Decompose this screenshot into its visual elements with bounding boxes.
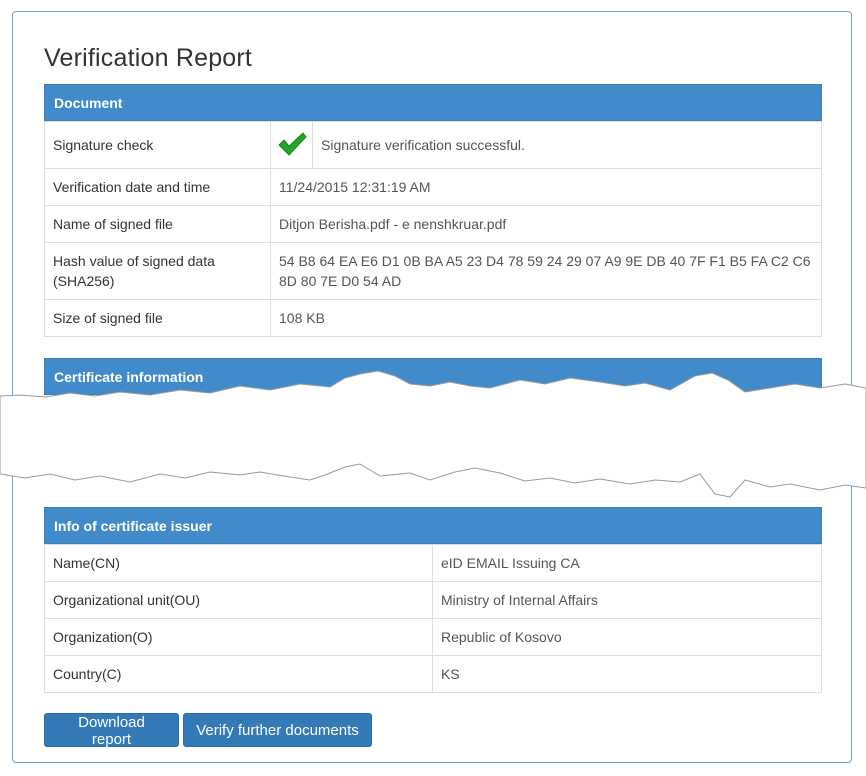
page-title: Verification Report <box>44 44 253 72</box>
issuer-c-label: Country(C) <box>44 655 433 693</box>
file-size-label: Size of signed file <box>44 299 271 337</box>
table-row: Name of signed file Ditjon Berisha.pdf -… <box>44 205 822 243</box>
download-report-button[interactable]: Download report <box>44 713 179 748</box>
signature-check-label: Signature check <box>44 121 271 169</box>
verify-further-documents-button[interactable]: Verify further documents <box>183 713 372 747</box>
verification-date-value: 11/24/2015 12:31:19 AM <box>270 168 822 206</box>
issuer-ou-label: Organizational unit(OU) <box>44 581 433 619</box>
table-row: Organization(O) Republic of Kosovo <box>44 618 822 656</box>
hash-label: Hash value of signed data (SHA256) <box>44 242 271 300</box>
table-row: Organizational unit(OU) Ministry of Inte… <box>44 581 822 619</box>
issuer-o-label: Organization(O) <box>44 618 433 656</box>
document-table: Signature check Signature verification s… <box>44 121 822 337</box>
verification-date-label: Verification date and time <box>44 168 271 206</box>
issuer-ou-value: Ministry of Internal Affairs <box>432 581 822 619</box>
issuer-panel-header: Info of certificate issuer <box>44 507 822 544</box>
file-size-value: 108 KB <box>270 299 822 337</box>
table-row: Size of signed file 108 KB <box>44 299 822 337</box>
issuer-cn-value: eID EMAIL Issuing CA <box>432 544 822 582</box>
table-row: Country(C) KS <box>44 655 822 693</box>
issuer-c-value: KS <box>432 655 822 693</box>
document-panel-header: Document <box>44 84 822 121</box>
signature-check-value: Signature verification successful. <box>312 121 822 169</box>
table-row: Verification date and time 11/24/2015 12… <box>44 168 822 206</box>
checkmark-icon <box>278 131 307 156</box>
issuer-panel: Info of certificate issuer Name(CN) eID … <box>44 507 822 693</box>
table-row: Hash value of signed data (SHA256) 54 B8… <box>44 242 822 300</box>
hash-value: 54 B8 64 EA E6 D1 0B BA A5 23 D4 78 59 2… <box>270 242 822 300</box>
issuer-table: Name(CN) eID EMAIL Issuing CA Organizati… <box>44 544 822 693</box>
table-row: Signature check Signature verification s… <box>44 121 822 169</box>
issuer-cn-label: Name(CN) <box>44 544 433 582</box>
signed-file-name-value: Ditjon Berisha.pdf - e nenshkruar.pdf <box>270 205 822 243</box>
table-row: Name(CN) eID EMAIL Issuing CA <box>44 544 822 582</box>
document-panel: Document Signature check Signature verif… <box>44 84 822 337</box>
torn-edge <box>0 370 866 498</box>
issuer-o-value: Republic of Kosovo <box>432 618 822 656</box>
signature-status-cell <box>270 121 313 169</box>
signed-file-name-label: Name of signed file <box>44 205 271 243</box>
